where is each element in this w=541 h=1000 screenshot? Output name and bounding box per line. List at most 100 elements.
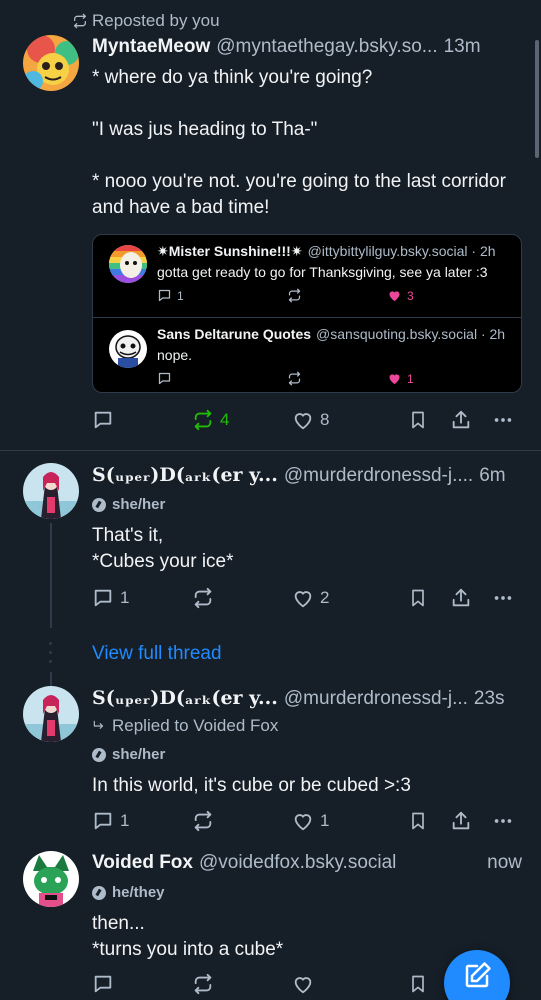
reply-icon — [158, 372, 171, 385]
quote-avatar[interactable] — [109, 330, 147, 368]
quote-post[interactable]: ✷Mister Sunshine!!!✷ @ittybittylilguy.bs… — [93, 235, 521, 315]
repost-icon — [194, 810, 212, 832]
post-header: S(ᵤₚₑᵣ)D(ₐᵣₖ(er y... @murderdronessd-j..… — [92, 687, 522, 710]
repost-button[interactable] — [192, 810, 214, 832]
post-time[interactable]: now — [487, 852, 522, 874]
quote-repost-button[interactable] — [287, 371, 302, 386]
repost-label: Reposted by you — [92, 11, 220, 30]
pronoun-icon — [92, 885, 106, 900]
quote-reply-button[interactable] — [157, 371, 172, 386]
author-name[interactable]: S(ᵤₚₑᵣ)D(ₐᵣₖ(er y... — [92, 687, 278, 709]
post-actions: 1 2 — [92, 587, 522, 611]
author-handle[interactable]: @myntaethegay.bsky.so... — [216, 36, 437, 58]
like-count: 2 — [320, 588, 330, 607]
author-name[interactable]: S(ᵤₚₑᵣ)D(ₐᵣₖ(er y... — [92, 464, 278, 486]
author-name[interactable]: Voided Fox — [92, 852, 193, 874]
avatar[interactable] — [23, 686, 79, 742]
bookmark-button[interactable] — [408, 973, 428, 995]
post-header: Voided Fox @voidedfox.bsky.social now — [92, 852, 522, 874]
post-time[interactable]: 23s — [474, 688, 505, 710]
post-time[interactable]: 13m — [444, 36, 481, 58]
heart-icon — [294, 977, 312, 994]
repost-icon — [288, 371, 301, 386]
quote-like-button[interactable]: 3 — [387, 288, 414, 303]
compose-icon — [465, 962, 491, 988]
quote-author-handle[interactable]: @ittybittylilguy.bsky.social · 2h — [308, 243, 496, 259]
like-button[interactable]: 2 — [292, 587, 329, 609]
quote-embed[interactable]: ✷Mister Sunshine!!!✷ @ittybittylilguy.bs… — [92, 234, 522, 393]
share-icon — [452, 410, 470, 429]
repost-indicator[interactable]: Reposted by you — [72, 11, 220, 31]
bookmark-button[interactable] — [408, 587, 428, 609]
quote-post[interactable]: Sans Deltarune Quotes @sansquoting.bsky.… — [93, 318, 521, 392]
repost-icon — [194, 973, 212, 995]
post-text: * where do ya think you're going? "I was… — [92, 67, 506, 218]
pronoun-text: she/her — [112, 496, 166, 513]
quote-reply-button[interactable]: 1 — [157, 288, 184, 303]
pronoun-icon — [92, 497, 106, 512]
reply-icon — [94, 812, 112, 830]
quote-repost-button[interactable] — [287, 288, 302, 303]
post-header: MyntaeMeow @myntaethegay.bsky.so... 13m — [92, 36, 522, 58]
avatar[interactable] — [23, 851, 79, 907]
reply-button[interactable] — [92, 409, 114, 431]
reply-icon — [94, 975, 112, 993]
like-button[interactable]: 8 — [292, 409, 329, 431]
scrollbar-thumb[interactable] — [535, 40, 539, 158]
replied-to-indicator[interactable]: Replied to Voided Fox — [92, 716, 278, 736]
share-icon — [452, 588, 470, 607]
avatar[interactable] — [23, 463, 79, 519]
repost-count: 4 — [220, 410, 230, 429]
reply-icon — [94, 589, 112, 607]
view-full-thread-link[interactable]: View full thread — [92, 643, 222, 665]
reply-icon — [94, 411, 112, 429]
post-time[interactable]: 6m — [479, 465, 505, 487]
post-actions: 4 8 — [92, 409, 522, 433]
reply-button[interactable]: 1 — [92, 810, 129, 832]
heart-icon — [294, 591, 312, 608]
like-count: 1 — [320, 811, 330, 830]
heart-icon — [294, 814, 312, 831]
thread-line — [50, 672, 52, 686]
repost-icon — [288, 288, 301, 303]
like-count: 8 — [320, 410, 330, 429]
share-button[interactable] — [450, 810, 472, 832]
repost-button[interactable]: 4 — [192, 409, 229, 431]
post-header: S(ᵤₚₑᵣ)D(ₐᵣₖ(er y... @murderdronessd-j..… — [92, 464, 522, 487]
quote-text: nope. — [157, 347, 193, 363]
more-button[interactable] — [492, 409, 514, 431]
post-actions: 1 1 — [92, 810, 522, 834]
bookmark-button[interactable] — [408, 409, 428, 431]
reply-button[interactable] — [92, 973, 114, 995]
reply-button[interactable]: 1 — [92, 587, 129, 609]
quote-author-name[interactable]: Sans Deltarune Quotes — [157, 326, 311, 342]
author-handle[interactable]: @murderdronessd-j... — [284, 688, 468, 710]
post-divider — [0, 450, 541, 451]
quote-author-handle[interactable]: @sansquoting.bsky.social · 2h — [316, 326, 505, 342]
reply-arrow-icon — [93, 720, 104, 729]
quote-reply-count: 1 — [177, 288, 184, 303]
repost-button[interactable] — [192, 973, 214, 995]
replied-to-label: Replied to Voided Fox — [112, 716, 279, 735]
pronoun-text: she/her — [112, 746, 166, 763]
pronoun-badge: she/her — [92, 496, 165, 513]
like-button[interactable] — [292, 973, 314, 995]
like-button[interactable]: 1 — [292, 810, 329, 832]
bookmark-button[interactable] — [408, 810, 428, 832]
quote-author-name[interactable]: ✷Mister Sunshine!!!✷ — [157, 243, 303, 260]
share-button[interactable] — [450, 587, 472, 609]
repost-button[interactable] — [192, 587, 214, 609]
avatar[interactable] — [23, 35, 79, 91]
author-handle[interactable]: @murderdronessd-j.... — [284, 465, 473, 487]
quote-like-button[interactable]: 1 — [387, 371, 414, 386]
pronoun-text: he/they — [112, 884, 165, 901]
quote-like-count: 1 — [407, 371, 414, 386]
quote-avatar[interactable] — [109, 245, 147, 283]
author-name[interactable]: MyntaeMeow — [92, 36, 210, 58]
more-button[interactable] — [492, 587, 514, 609]
more-button[interactable] — [492, 810, 514, 832]
share-icon — [452, 811, 470, 830]
share-button[interactable] — [450, 409, 472, 431]
post-text: That's it, *Cubes your ice* — [92, 525, 234, 572]
author-handle[interactable]: @voidedfox.bsky.social — [199, 852, 396, 874]
